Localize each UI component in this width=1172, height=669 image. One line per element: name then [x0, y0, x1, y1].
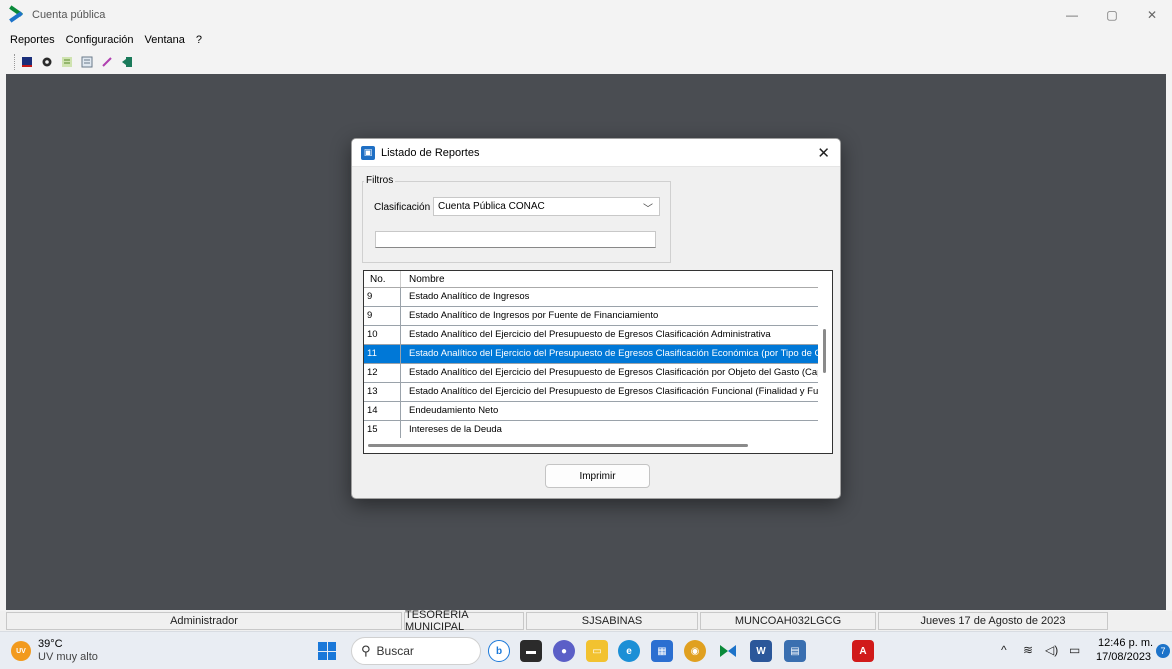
table-row[interactable]: 14 Endeudamiento Neto: [364, 402, 819, 421]
horizontal-scroll-thumb[interactable]: [368, 444, 748, 447]
row-report-name: Estado Analítico de Ingresos por Fuente …: [409, 310, 659, 321]
status-database: MUNCOAH032LGCG: [700, 612, 876, 630]
catalog-icon[interactable]: [60, 55, 74, 69]
menu-bar: Reportes Configuración Ventana ?: [0, 30, 1172, 50]
wand-icon[interactable]: [100, 55, 114, 69]
menu-configuracion[interactable]: Configuración: [66, 34, 134, 46]
status-user: Administrador: [6, 612, 402, 630]
start-icon[interactable]: [318, 642, 336, 660]
bing-icon[interactable]: b: [488, 640, 510, 662]
status-department: TESORERIA MUNICIPAL: [404, 609, 524, 633]
taskbar-search-label: Buscar: [376, 644, 414, 658]
word-icon[interactable]: W: [750, 640, 772, 662]
column-header-name[interactable]: Nombre: [401, 271, 819, 287]
menu-reportes[interactable]: Reportes: [10, 34, 55, 46]
column-header-no[interactable]: No.: [364, 271, 401, 287]
classification-value: Cuenta Pública CONAC: [438, 201, 545, 212]
row-report-name: Estado Analítico de Ingresos: [409, 291, 530, 302]
table-row[interactable]: 9 Estado Analítico de Ingresos por Fuente…: [364, 307, 819, 326]
row-number: 15: [364, 421, 401, 439]
vertical-scrollbar[interactable]: [818, 271, 832, 438]
classification-select[interactable]: Cuenta Pública CONAC ﹀: [433, 197, 660, 216]
wifi-icon[interactable]: ≋: [1023, 643, 1033, 657]
row-number: 9: [364, 288, 401, 306]
classification-label: Clasificación: [374, 202, 431, 213]
row-report-name: Intereses de la Deuda: [409, 424, 502, 435]
reports-dialog: ▣ Listado de Reportes ✕ Filtros Clasific…: [351, 138, 841, 499]
horizontal-scrollbar[interactable]: [364, 438, 832, 453]
file-explorer-icon[interactable]: ▭: [586, 640, 608, 662]
clock-time[interactable]: 12:46 p. m.: [1098, 637, 1153, 649]
dialog-app-icon: ▣: [361, 145, 375, 160]
store-icon[interactable]: ▦: [651, 640, 673, 662]
weather-description[interactable]: UV muy alto: [38, 651, 98, 663]
table-row[interactable]: 13 Estado Analítico del Ejercicio del Pre…: [364, 383, 819, 402]
row-report-name: Estado Analítico del Ejercicio del Presu…: [409, 367, 819, 378]
acrobat-icon[interactable]: A: [852, 640, 874, 662]
filters-legend: Filtros: [364, 175, 396, 186]
row-number: 10: [364, 326, 401, 344]
vertical-scroll-thumb[interactable]: [823, 329, 826, 373]
row-number: 14: [364, 402, 401, 420]
row-report-name: Estado Analítico del Ejercicio del Presu…: [409, 386, 819, 397]
menu-help[interactable]: ?: [196, 34, 202, 46]
volume-icon[interactable]: ◁): [1045, 643, 1058, 657]
edge-icon[interactable]: e: [618, 640, 640, 662]
word-document-icon[interactable]: ▤: [784, 640, 806, 662]
search-input[interactable]: [375, 231, 656, 248]
weather-temperature[interactable]: 39°C: [38, 638, 63, 650]
notification-badge[interactable]: 7: [1156, 644, 1170, 658]
close-icon[interactable]: ✕: [817, 144, 830, 162]
title-bar: Cuenta pública — ▢ ✕: [0, 0, 1172, 30]
cuenta-publica-taskbar-icon[interactable]: [717, 640, 739, 662]
chevron-down-icon: ﹀: [643, 204, 653, 215]
exit-icon[interactable]: [120, 55, 134, 69]
table-row[interactable]: 11 Estado Analítico del Ejercicio del Pre…: [364, 345, 819, 364]
minimize-button[interactable]: —: [1052, 0, 1092, 30]
row-number: 11: [364, 345, 401, 363]
row-report-name: Estado Analítico del Ejercicio del Presu…: [409, 348, 819, 359]
table-row[interactable]: 12 Estado Analítico del Ejercicio del Pre…: [364, 364, 819, 383]
dialog-title: Listado de Reportes: [381, 146, 480, 159]
dialog-titlebar: ▣ Listado de Reportes: [352, 139, 840, 167]
grid-body: 9 Estado Analítico de Ingresos 9 Estado Ana…: [364, 288, 819, 440]
battery-icon[interactable]: ▭: [1069, 643, 1080, 657]
status-date: Jueves 17 de Agosto de 2023: [878, 612, 1108, 630]
teams-chat-icon[interactable]: ●: [553, 640, 575, 662]
print-button[interactable]: Imprimir: [545, 464, 650, 488]
status-municipality: SJSABINAS: [526, 612, 698, 630]
settings-icon[interactable]: [40, 55, 54, 69]
menu-ventana[interactable]: Ventana: [145, 34, 185, 46]
row-report-name: Endeudamiento Neto: [409, 405, 499, 416]
table-row[interactable]: 9 Estado Analítico de Ingresos: [364, 288, 819, 307]
taskbar: UV 39°C UV muy alto ⚲ Buscar b ▬ ● ▭ e ▦…: [0, 631, 1172, 669]
close-window-button[interactable]: ✕: [1132, 0, 1172, 30]
maximize-button[interactable]: ▢: [1092, 0, 1132, 30]
chrome-icon[interactable]: ◉: [684, 640, 706, 662]
reports-grid: No. Nombre 9 Estado Analítico de Ingresos…: [363, 270, 833, 454]
search-icon: ⚲: [361, 643, 371, 658]
row-report-name: Estado Analítico del Ejercicio del Presu…: [409, 329, 771, 340]
status-bar: Administrador TESORERIA MUNICIPAL SJSABI…: [0, 609, 1172, 633]
grid-header: No. Nombre: [364, 271, 819, 288]
filters-group: [362, 181, 671, 263]
report-icon[interactable]: [20, 55, 34, 69]
row-number: 12: [364, 364, 401, 382]
row-number: 9: [364, 307, 401, 325]
task-view-icon[interactable]: ▬: [520, 640, 542, 662]
chevron-up-icon[interactable]: ^: [1001, 643, 1007, 657]
list-icon[interactable]: [80, 55, 94, 69]
table-row[interactable]: 10 Estado Analítico del Ejercicio del Pre…: [364, 326, 819, 345]
clock-date[interactable]: 17/08/2023: [1096, 651, 1151, 663]
toolbar: [0, 50, 1172, 74]
app-logo-icon: [8, 5, 24, 23]
window-title: Cuenta pública: [32, 9, 106, 21]
toolbar-grip: [14, 54, 16, 70]
weather-icon[interactable]: UV: [11, 641, 31, 661]
row-number: 13: [364, 383, 401, 401]
taskbar-search[interactable]: ⚲ Buscar: [351, 637, 481, 665]
